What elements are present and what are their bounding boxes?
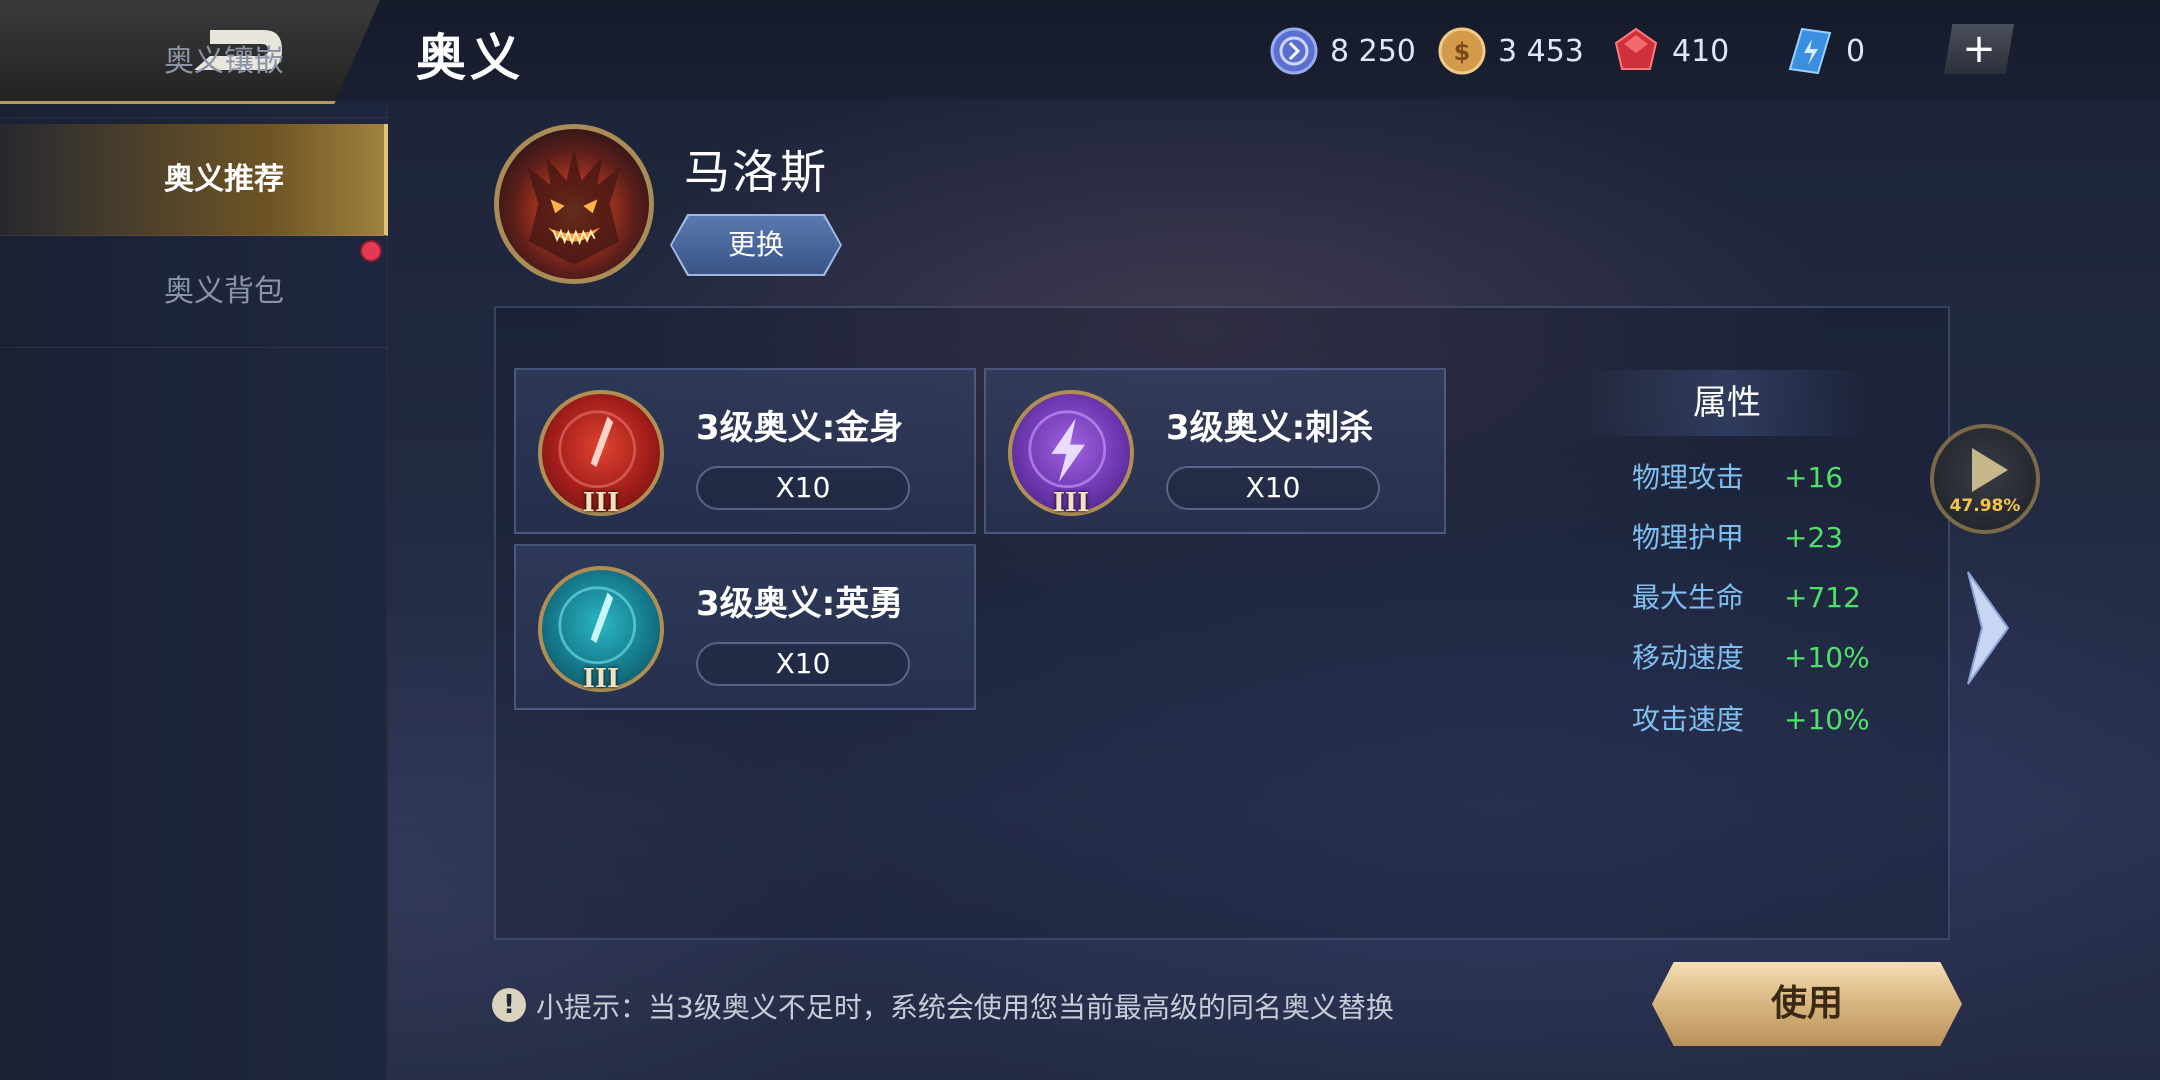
- hero-avatar[interactable]: [494, 124, 654, 284]
- play-percent: 47.98%: [1949, 496, 2021, 516]
- attribute-row: 攻击速度 +10%: [1632, 700, 1870, 740]
- tip-text: 小提示：当3级奥义不足时，系统会使用您当前最高级的同名奥义替换: [536, 991, 1394, 1024]
- rune-quantity: X10: [1166, 466, 1380, 510]
- attribute-name: 物理护甲: [1632, 521, 1745, 554]
- attribute-row: 物理护甲 +23: [1632, 518, 1843, 558]
- attributes-title: 属性: [1582, 370, 1872, 436]
- attribute-row: 物理攻击 +16: [1632, 458, 1843, 498]
- attribute-value: +10%: [1784, 703, 1870, 736]
- currency-value: 410: [1672, 33, 1730, 69]
- sidebar-item-rune-recommend[interactable]: 奥义推荐: [0, 124, 388, 236]
- play-button[interactable]: 47.98%: [1930, 424, 2040, 534]
- attribute-row: 移动速度 +10%: [1632, 638, 1870, 678]
- change-hero-button[interactable]: 更换: [672, 216, 840, 274]
- currency-crystal[interactable]: 0: [1786, 26, 1865, 76]
- next-arrow-icon[interactable]: [1962, 568, 2014, 688]
- notification-dot: [360, 240, 382, 262]
- attribute-value: +16: [1784, 461, 1844, 494]
- attribute-value: +10%: [1784, 641, 1870, 674]
- svg-text:$: $: [1454, 38, 1471, 66]
- currency-diamond[interactable]: 410: [1612, 26, 1729, 76]
- rune-card[interactable]: III 3级奥义:英勇 X10: [514, 544, 976, 710]
- gold-coin-icon: $: [1438, 27, 1486, 75]
- blue-crystal-icon: [1788, 27, 1832, 75]
- rune-level: III: [582, 664, 620, 694]
- blue-coupon-icon: [1270, 27, 1318, 75]
- red-gem-icon: [1614, 27, 1658, 70]
- play-icon: [1972, 448, 2008, 492]
- currency-value: 3 453: [1498, 33, 1584, 69]
- attribute-value: +712: [1784, 581, 1861, 614]
- rune-level: III: [582, 488, 620, 518]
- currency-value: 0: [1846, 33, 1866, 69]
- sidebar-item-rune-bag[interactable]: 奥义背包: [0, 236, 388, 348]
- attribute-name: 最大生命: [1632, 581, 1745, 614]
- attribute-value: +23: [1784, 521, 1844, 554]
- rune-card[interactable]: III 3级奥义:刺杀 X10: [984, 368, 1446, 534]
- rune-quantity: X10: [696, 642, 910, 686]
- currency-value: 8 250: [1330, 33, 1416, 69]
- rune-quantity: X10: [696, 466, 910, 510]
- rune-name: 3级奥义:刺杀: [1166, 408, 1374, 448]
- currency-gold[interactable]: $ 3 453: [1438, 26, 1584, 76]
- attribute-name: 物理攻击: [1632, 461, 1745, 494]
- attribute-name: 攻击速度: [1632, 703, 1745, 736]
- rune-name: 3级奥义:金身: [696, 408, 904, 448]
- sidebar-item-rune-inlay[interactable]: 奥义镶嵌: [0, 6, 388, 118]
- attribute-name: 移动速度: [1632, 641, 1745, 674]
- attribute-row: 最大生命 +712: [1632, 578, 1861, 618]
- page-title: 奥义: [416, 29, 524, 87]
- use-button[interactable]: 使用: [1652, 962, 1962, 1046]
- rune-card[interactable]: III 3级奥义:金身 X10: [514, 368, 976, 534]
- rune-name: 3级奥义:英勇: [696, 584, 904, 624]
- hero-portrait-icon: [527, 147, 621, 265]
- rune-level: III: [1052, 488, 1090, 518]
- add-currency-button[interactable]: +: [1944, 24, 2014, 74]
- currency-coupon[interactable]: 8 250: [1270, 26, 1416, 76]
- tip-icon: !: [492, 988, 526, 1022]
- hero-name: 马洛斯: [684, 145, 828, 199]
